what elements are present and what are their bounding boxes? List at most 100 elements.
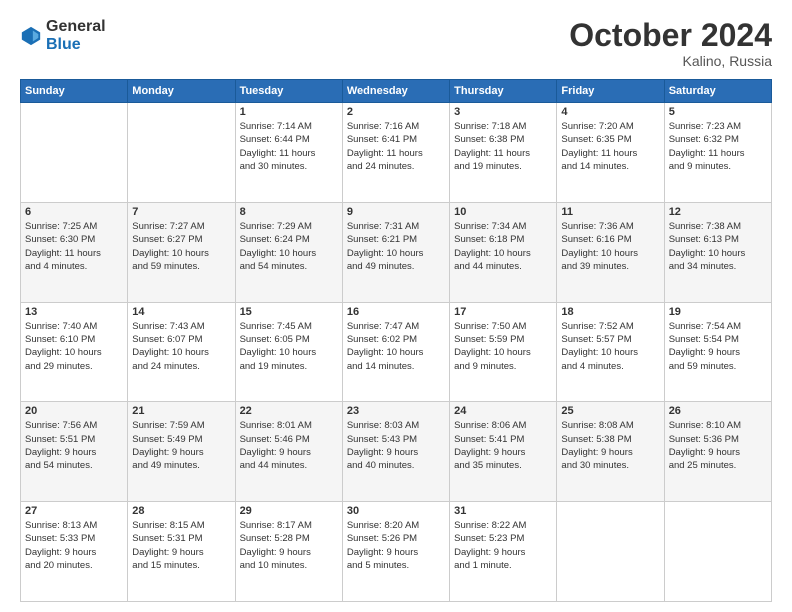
day-number: 11 — [561, 206, 659, 218]
location: Kalino, Russia — [569, 53, 772, 69]
col-tuesday: Tuesday — [235, 80, 342, 103]
month-title: October 2024 — [569, 18, 772, 53]
calendar-cell: 29 Sunrise: 8:17 AM Sunset: 5:28 PM Dayli… — [235, 502, 342, 602]
col-friday: Friday — [557, 80, 664, 103]
cell-content: Sunrise: 8:06 AM Sunset: 5:41 PM Dayligh… — [454, 419, 552, 472]
calendar-cell: 5 Sunrise: 7:23 AM Sunset: 6:32 PM Daylig… — [664, 103, 771, 203]
calendar-cell: 15Sunrise: 7:45 AM Sunset: 6:05 PM Dayli… — [235, 302, 342, 402]
day-number: 4 — [561, 106, 659, 118]
cell-content: Sunrise: 7:38 AM Sunset: 6:13 PM Dayligh… — [669, 220, 767, 273]
calendar-cell: 9 Sunrise: 7:31 AM Sunset: 6:21 PM Daylig… — [342, 202, 449, 302]
cell-content: Sunrise: 7:16 AM Sunset: 6:41 PM Dayligh… — [347, 120, 445, 173]
cell-content: Sunrise: 7:50 AM Sunset: 5:59 PM Dayligh… — [454, 320, 552, 373]
calendar-cell: 19 Sunrise: 7:54 AM Sunset: 5:54 PM Dayli… — [664, 302, 771, 402]
cell-content: Sunrise: 8:20 AM Sunset: 5:26 PM Dayligh… — [347, 519, 445, 572]
calendar-cell: 13 Sunrise: 7:40 AM Sunset: 6:10 PM Dayli… — [21, 302, 128, 402]
cell-content: Sunrise: 7:36 AM Sunset: 6:16 PM Dayligh… — [561, 220, 659, 273]
cell-content: Sunrise: 7:47 AM Sunset: 6:02 PM Dayligh… — [347, 320, 445, 373]
calendar-week-1: 1Sunrise: 7:14 AM Sunset: 6:44 PM Daylig… — [21, 103, 772, 203]
calendar-cell: 31 Sunrise: 8:22 AM Sunset: 5:23 PM Dayli… — [450, 502, 557, 602]
cell-content: Sunrise: 7:45 AM Sunset: 6:05 PM Dayligh… — [240, 320, 338, 373]
cell-content: Sunrise: 8:22 AM Sunset: 5:23 PM Dayligh… — [454, 519, 552, 572]
cell-content: Sunrise: 7:14 AM Sunset: 6:44 PM Dayligh… — [240, 120, 338, 173]
calendar-week-2: 6 Sunrise: 7:25 AM Sunset: 6:30 PM Daylig… — [21, 202, 772, 302]
calendar-cell: 25Sunrise: 8:08 AM Sunset: 5:38 PM Dayli… — [557, 402, 664, 502]
cell-content: Sunrise: 7:59 AM Sunset: 5:49 PM Dayligh… — [132, 419, 230, 472]
calendar-cell: 22 Sunrise: 8:01 AM Sunset: 5:46 PM Dayli… — [235, 402, 342, 502]
cell-content: Sunrise: 7:40 AM Sunset: 6:10 PM Dayligh… — [25, 320, 123, 373]
day-number: 31 — [454, 505, 552, 517]
calendar-header: Sunday Monday Tuesday Wednesday Thursday… — [21, 80, 772, 103]
day-number: 25 — [561, 405, 659, 417]
calendar-cell: 24 Sunrise: 8:06 AM Sunset: 5:41 PM Dayli… — [450, 402, 557, 502]
cell-content: Sunrise: 7:31 AM Sunset: 6:21 PM Dayligh… — [347, 220, 445, 273]
logo-general-label: General — [46, 18, 106, 36]
calendar-cell: 28 Sunrise: 8:15 AM Sunset: 5:31 PM Dayli… — [128, 502, 235, 602]
calendar-cell: 16 Sunrise: 7:47 AM Sunset: 6:02 PM Dayli… — [342, 302, 449, 402]
day-number: 5 — [669, 106, 767, 118]
calendar-cell: 26Sunrise: 8:10 AM Sunset: 5:36 PM Dayli… — [664, 402, 771, 502]
cell-content: Sunrise: 7:34 AM Sunset: 6:18 PM Dayligh… — [454, 220, 552, 273]
header: General Blue October 2024 Kalino, Russia — [20, 18, 772, 69]
day-number: 12 — [669, 206, 767, 218]
calendar-cell: 17 Sunrise: 7:50 AM Sunset: 5:59 PM Dayli… — [450, 302, 557, 402]
calendar-cell: 30 Sunrise: 8:20 AM Sunset: 5:26 PM Dayli… — [342, 502, 449, 602]
calendar-cell — [128, 103, 235, 203]
cell-content: Sunrise: 7:54 AM Sunset: 5:54 PM Dayligh… — [669, 320, 767, 373]
col-monday: Monday — [128, 80, 235, 103]
cell-content: Sunrise: 7:18 AM Sunset: 6:38 PM Dayligh… — [454, 120, 552, 173]
logo-blue-label: Blue — [46, 36, 106, 54]
day-number: 20 — [25, 405, 123, 417]
calendar-week-3: 13 Sunrise: 7:40 AM Sunset: 6:10 PM Dayli… — [21, 302, 772, 402]
day-number: 17 — [454, 306, 552, 318]
calendar-cell — [21, 103, 128, 203]
day-number: 29 — [240, 505, 338, 517]
cell-content: Sunrise: 7:56 AM Sunset: 5:51 PM Dayligh… — [25, 419, 123, 472]
day-number: 24 — [454, 405, 552, 417]
col-wednesday: Wednesday — [342, 80, 449, 103]
cell-content: Sunrise: 8:15 AM Sunset: 5:31 PM Dayligh… — [132, 519, 230, 572]
day-number: 9 — [347, 206, 445, 218]
calendar-cell: 2 Sunrise: 7:16 AM Sunset: 6:41 PM Daylig… — [342, 103, 449, 203]
cell-content: Sunrise: 7:25 AM Sunset: 6:30 PM Dayligh… — [25, 220, 123, 273]
col-sunday: Sunday — [21, 80, 128, 103]
day-number: 28 — [132, 505, 230, 517]
day-number: 22 — [240, 405, 338, 417]
day-number: 6 — [25, 206, 123, 218]
day-number: 2 — [347, 106, 445, 118]
calendar-cell: 8Sunrise: 7:29 AM Sunset: 6:24 PM Daylig… — [235, 202, 342, 302]
col-saturday: Saturday — [664, 80, 771, 103]
cell-content: Sunrise: 8:01 AM Sunset: 5:46 PM Dayligh… — [240, 419, 338, 472]
calendar-body: 1Sunrise: 7:14 AM Sunset: 6:44 PM Daylig… — [21, 103, 772, 602]
day-number: 30 — [347, 505, 445, 517]
logo-icon — [20, 25, 42, 47]
cell-content: Sunrise: 8:10 AM Sunset: 5:36 PM Dayligh… — [669, 419, 767, 472]
day-number: 10 — [454, 206, 552, 218]
cell-content: Sunrise: 7:23 AM Sunset: 6:32 PM Dayligh… — [669, 120, 767, 173]
calendar-cell: 4 Sunrise: 7:20 AM Sunset: 6:35 PM Daylig… — [557, 103, 664, 203]
title-block: October 2024 Kalino, Russia — [569, 18, 772, 69]
day-number: 16 — [347, 306, 445, 318]
calendar-cell: 27Sunrise: 8:13 AM Sunset: 5:33 PM Dayli… — [21, 502, 128, 602]
cell-content: Sunrise: 7:20 AM Sunset: 6:35 PM Dayligh… — [561, 120, 659, 173]
calendar-cell: 14Sunrise: 7:43 AM Sunset: 6:07 PM Dayli… — [128, 302, 235, 402]
cell-content: Sunrise: 8:17 AM Sunset: 5:28 PM Dayligh… — [240, 519, 338, 572]
calendar-cell: 7Sunrise: 7:27 AM Sunset: 6:27 PM Daylig… — [128, 202, 235, 302]
cell-content: Sunrise: 7:43 AM Sunset: 6:07 PM Dayligh… — [132, 320, 230, 373]
calendar-cell: 1Sunrise: 7:14 AM Sunset: 6:44 PM Daylig… — [235, 103, 342, 203]
logo-text: General Blue — [46, 18, 106, 53]
day-number: 7 — [132, 206, 230, 218]
logo: General Blue — [20, 18, 106, 53]
day-number: 18 — [561, 306, 659, 318]
day-number: 19 — [669, 306, 767, 318]
calendar-table: Sunday Monday Tuesday Wednesday Thursday… — [20, 79, 772, 602]
day-number: 21 — [132, 405, 230, 417]
cell-content: Sunrise: 7:52 AM Sunset: 5:57 PM Dayligh… — [561, 320, 659, 373]
day-number: 13 — [25, 306, 123, 318]
calendar-cell: 3Sunrise: 7:18 AM Sunset: 6:38 PM Daylig… — [450, 103, 557, 203]
header-row: Sunday Monday Tuesday Wednesday Thursday… — [21, 80, 772, 103]
calendar-week-5: 27Sunrise: 8:13 AM Sunset: 5:33 PM Dayli… — [21, 502, 772, 602]
cell-content: Sunrise: 8:03 AM Sunset: 5:43 PM Dayligh… — [347, 419, 445, 472]
calendar-cell — [664, 502, 771, 602]
calendar-cell: 23Sunrise: 8:03 AM Sunset: 5:43 PM Dayli… — [342, 402, 449, 502]
